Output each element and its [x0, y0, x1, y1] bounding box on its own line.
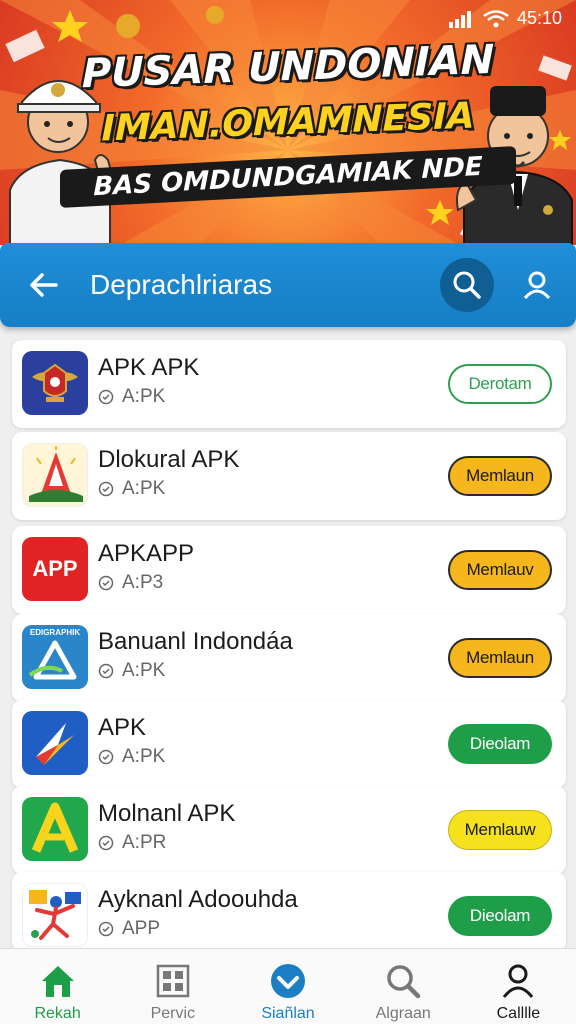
- app-action-button[interactable]: Dieolam: [448, 896, 552, 936]
- app-action-button[interactable]: Memlaun: [448, 638, 552, 678]
- grid-icon: [156, 964, 190, 998]
- app-name: APKAPP: [98, 540, 195, 567]
- app-action-button[interactable]: Derotam: [448, 364, 552, 404]
- search-button[interactable]: [440, 258, 494, 312]
- app-name: Banuanl Indondáa: [98, 628, 293, 655]
- promo-banner[interactable]: 45:10 PUSAR UNDONIAN IMAN.OMAMNESIA BAS …: [0, 0, 576, 245]
- profile-icon: [503, 964, 534, 998]
- bottom-navigation: Rekah Pervic Siañlan Algraan Calllle: [0, 948, 576, 1024]
- wifi-icon: [483, 9, 509, 27]
- app-action-button[interactable]: Memlauv: [448, 550, 552, 590]
- user-icon: [523, 271, 551, 300]
- app-subtitle: A:PK: [98, 478, 165, 500]
- shield-check-icon: [98, 663, 114, 679]
- letter-a-icon: [22, 797, 88, 861]
- list-item[interactable]: APP APKAPP A:P3 Memlauv: [12, 526, 566, 614]
- shield-check-icon: [98, 481, 114, 497]
- shield-check-icon: [98, 835, 114, 851]
- app-name: Molnanl APK: [98, 800, 236, 827]
- map-icon: EDIGRAPHIK: [22, 625, 88, 689]
- back-button[interactable]: [14, 255, 74, 315]
- nav-item-installed[interactable]: Siañlan: [230, 949, 345, 1024]
- app-action-button[interactable]: Dieolam: [448, 724, 552, 764]
- app-text-icon: APP: [22, 537, 88, 601]
- app-bar: Deprachlriaras: [0, 243, 576, 327]
- shield-check-icon: [98, 921, 114, 937]
- app-name: APK: [98, 714, 147, 741]
- search-icon: [387, 965, 421, 999]
- status-bar: 45:10: [448, 8, 562, 29]
- account-button[interactable]: [510, 258, 564, 312]
- app-subtitle: A:PK: [98, 386, 165, 408]
- check-badge-icon: [271, 964, 305, 998]
- app-name: APK APK: [98, 354, 200, 381]
- app-name: Ayknanl Adoouhda: [98, 886, 298, 913]
- page-title: Deprachlriaras: [90, 269, 273, 300]
- list-item[interactable]: APK A:PK Dieolam: [12, 700, 566, 788]
- figure-icon: [22, 883, 88, 947]
- status-time: 45:10: [516, 8, 562, 28]
- list-item[interactable]: EDIGRAPHIK Banuanl Indondáa A:PK Memlaun: [12, 614, 566, 702]
- signal-icon: [448, 10, 471, 28]
- home-icon: [41, 966, 74, 997]
- search-icon: [453, 271, 481, 299]
- nav-item-profile[interactable]: Calllle: [461, 949, 576, 1024]
- monument-icon: [22, 443, 88, 507]
- back-arrow-icon: [30, 273, 58, 297]
- arrow-logo-icon: [22, 711, 88, 775]
- app-subtitle: A:PK: [98, 660, 165, 682]
- nav-item-search[interactable]: Algraan: [346, 949, 461, 1024]
- app-subtitle: A:PK: [98, 746, 165, 768]
- list-item[interactable]: Ayknanl Adoouhda APP Dieolam: [12, 872, 566, 952]
- app-subtitle: A:PR: [98, 832, 166, 854]
- app-subtitle: A:P3: [98, 572, 163, 594]
- list-item[interactable]: Molnanl APK A:PR Memlauw: [12, 786, 566, 874]
- nav-item-home[interactable]: Rekah: [0, 949, 115, 1024]
- app-action-button[interactable]: Memlauw: [448, 810, 552, 850]
- app-action-button[interactable]: Memlaun: [448, 456, 552, 496]
- list-item[interactable]: APK APK A:PK Derotam: [12, 340, 566, 428]
- shield-check-icon: [98, 749, 114, 765]
- app-subtitle: APP: [98, 918, 160, 940]
- app-name: Dlokural APK: [98, 446, 240, 473]
- crest-icon: [22, 351, 88, 415]
- nav-item-grid[interactable]: Pervic: [115, 949, 230, 1024]
- list-item[interactable]: Dlokural APK A:PK Memlaun: [12, 432, 566, 520]
- shield-check-icon: [98, 389, 114, 405]
- shield-check-icon: [98, 575, 114, 591]
